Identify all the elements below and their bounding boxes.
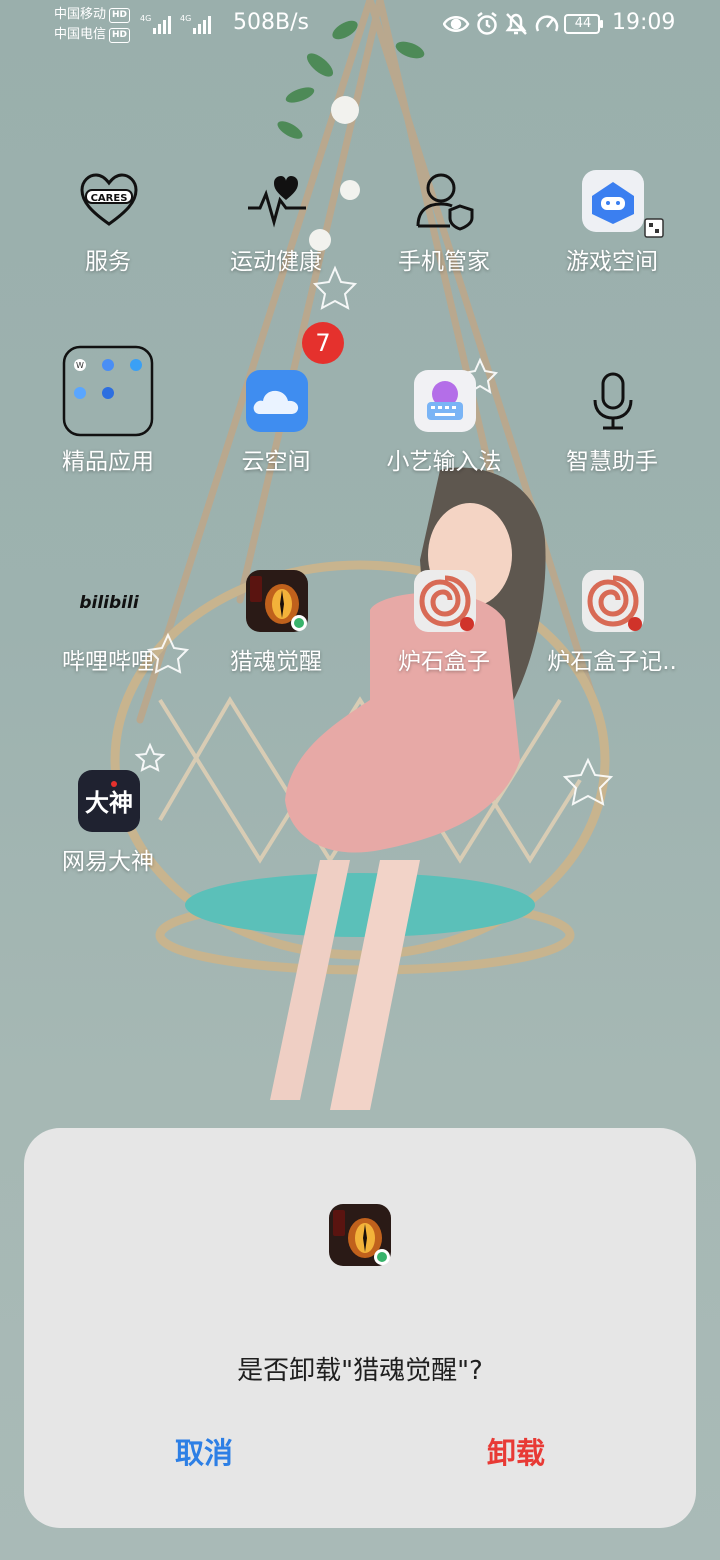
puzzle-badge-icon (644, 218, 664, 238)
notification-badge: 7 (302, 322, 344, 364)
microphone-icon (593, 372, 633, 430)
dialog-message: 是否卸载"猎魂觉醒"? (237, 1356, 483, 1386)
app-cloud[interactable]: 云空间 (191, 340, 361, 510)
bilibili-icon: bilibili (79, 593, 139, 613)
uninstall-dialog: 是否卸载"猎魂觉醒"? 取消 卸载 (24, 1128, 696, 1528)
dashen-icon: 大神 (78, 770, 140, 832)
dragon-eye-icon (246, 570, 308, 632)
app-label: 炉石盒子 (398, 649, 490, 675)
cancel-button[interactable]: 取消 (124, 1430, 284, 1472)
app-label: 运动健康 (230, 249, 322, 275)
folder-icon: W (62, 345, 154, 437)
keyboard-icon (414, 370, 476, 432)
app-services[interactable]: CARES 服务 (23, 140, 193, 310)
dashen-logo-text: 大神 (85, 789, 133, 817)
carrier-2-name: 中国电信 (54, 27, 107, 42)
app-game-space[interactable]: 游戏空间 (527, 140, 697, 310)
status-bar: 中国移动 HD 中国电信 HD 4G 4G 508B/s 44 19:09 (0, 0, 720, 52)
app-label: 精品应用 (62, 449, 154, 475)
signal-strength-icon: 4G (140, 14, 171, 34)
app-label: 小艺输入法 (386, 449, 502, 475)
status-icons (443, 12, 559, 35)
hd-voice-badge: HD (109, 7, 131, 23)
app-label: 手机管家 (398, 249, 490, 275)
signal-strength-icon: 4G (180, 14, 211, 34)
app-label: 哔哩哔哩 (62, 649, 154, 675)
app-label: 云空间 (241, 449, 311, 475)
carrier-1-name: 中国移动 (54, 7, 107, 22)
phone-manager-icon (416, 173, 474, 231)
svg-text:CARES: CARES (91, 193, 128, 204)
eye-icon (443, 16, 470, 32)
dragon-eye-icon (329, 1204, 391, 1266)
app-label: 游戏空间 (566, 249, 658, 275)
game-space-icon (582, 170, 644, 232)
svg-text:W: W (76, 361, 84, 370)
app-label: 猎魂觉醒 (230, 649, 322, 675)
battery-level: 44 (574, 16, 592, 31)
app-hearthstone-box-record[interactable]: 炉石盒子记.. (527, 540, 697, 710)
alarm-icon (477, 12, 497, 35)
app-label: 网易大神 (62, 849, 154, 875)
network-type-label: 4G (180, 14, 191, 23)
app-hunter-awakening[interactable]: 猎魂觉醒 (191, 540, 361, 710)
app-smart-assistant[interactable]: 智慧助手 (527, 340, 697, 510)
hearthstone-box-icon (582, 570, 644, 632)
app-label: 智慧助手 (566, 449, 658, 475)
hd-voice-badge: HD (109, 27, 131, 43)
carrier-info: 中国移动 HD 中国电信 HD (54, 5, 131, 45)
network-type-label: 4G (140, 14, 151, 23)
app-xiaoyi-keyboard[interactable]: 小艺输入法 (359, 340, 529, 510)
mute-icon (505, 13, 527, 35)
app-health[interactable]: 运动健康 (191, 140, 361, 310)
app-label: 炉石盒子记.. (547, 649, 677, 675)
bilibili-logo-text: bilibili (79, 593, 139, 613)
speedometer-icon (535, 15, 559, 32)
hearthstone-box-icon (414, 570, 476, 632)
health-icon (248, 176, 306, 228)
app-folder-featured[interactable]: W 精品应用 (23, 340, 193, 510)
uninstall-button[interactable]: 卸载 (436, 1430, 596, 1472)
cares-heart-icon: CARES (80, 173, 138, 226)
app-netease-dashen[interactable]: 大神 网易大神 (23, 740, 193, 910)
clock: 19:09 (612, 10, 676, 35)
app-hearthstone-box[interactable]: 炉石盒子 (359, 540, 529, 710)
app-phone-manager[interactable]: 手机管家 (359, 140, 529, 310)
app-label: 服务 (85, 249, 131, 275)
network-speed: 508B/s (233, 10, 309, 35)
app-bilibili[interactable]: bilibili 哔哩哔哩 (23, 540, 193, 710)
cloud-icon (246, 370, 308, 432)
